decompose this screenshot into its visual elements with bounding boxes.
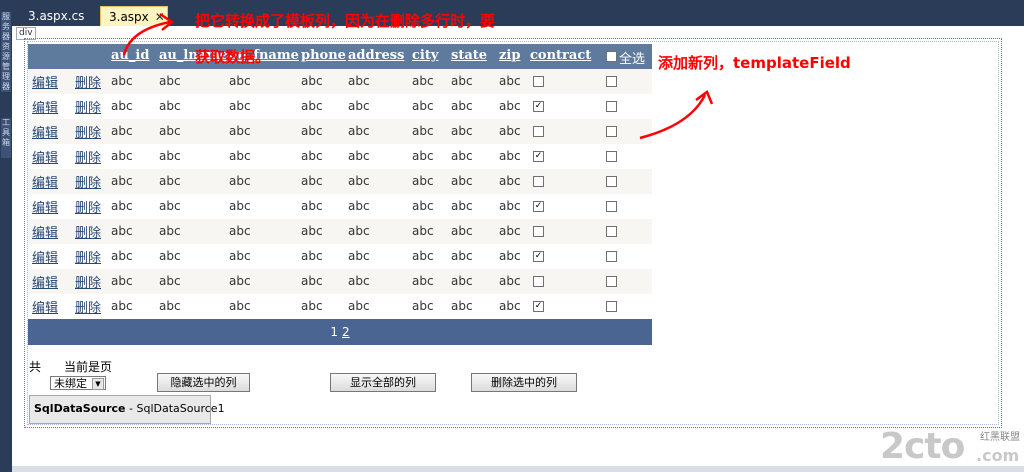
watermark-domain: .com <box>976 446 1020 465</box>
watermark-small: 红黑联盟 <box>980 432 1020 443</box>
annotation-arrows <box>122 12 714 140</box>
horizontal-scrollbar[interactable] <box>12 466 1024 472</box>
watermark-logo: 2cto <box>880 426 965 467</box>
arrow-right <box>639 90 714 140</box>
watermark: 2cto 红黑联盟 .com <box>880 424 1020 468</box>
arrow-top <box>122 12 175 56</box>
